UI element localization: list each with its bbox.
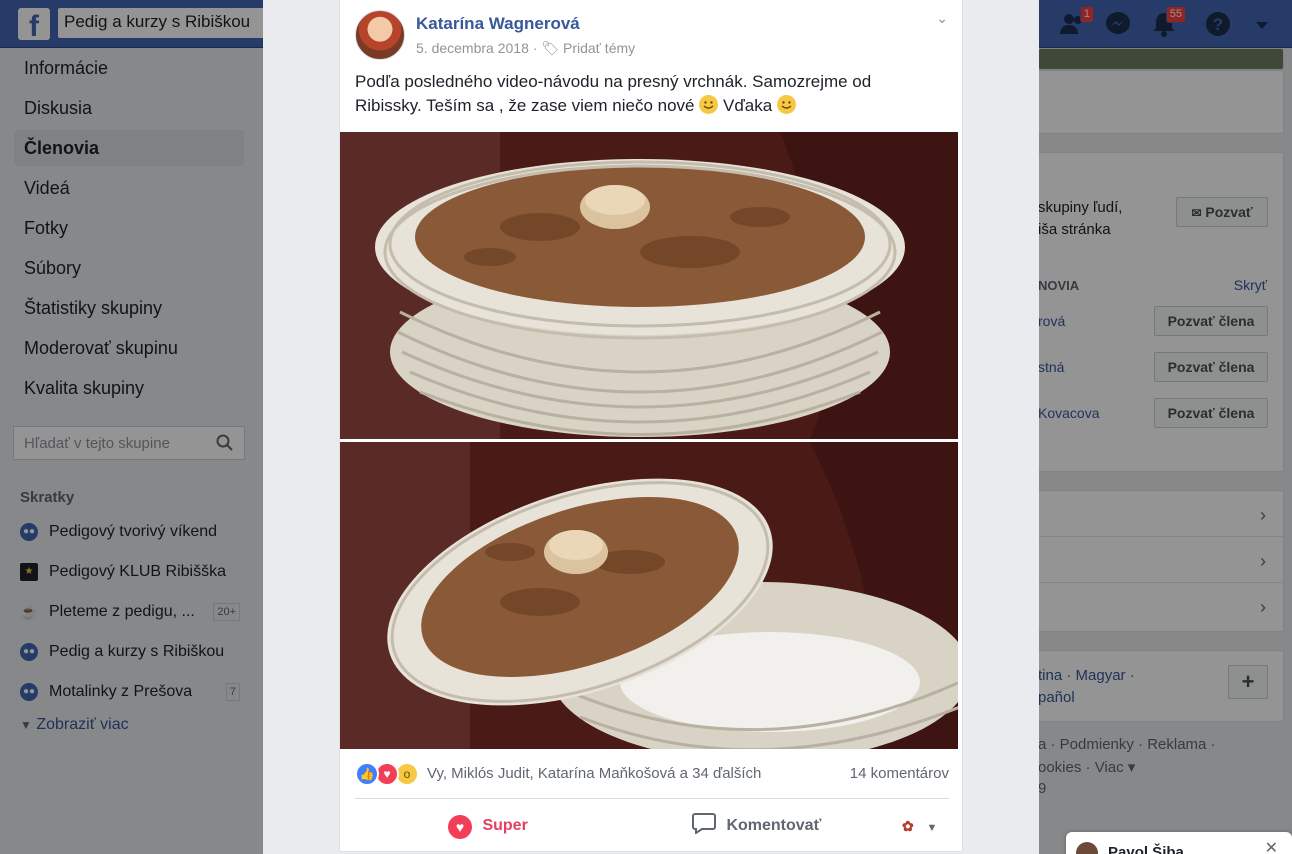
chevron-down-icon: ▼ — [926, 822, 938, 834]
chat-tab[interactable]: Pavol Šiba ✕ — [1066, 832, 1292, 854]
post-photo-basket-open[interactable] — [340, 442, 958, 749]
close-icon[interactable]: ✕ — [1265, 838, 1278, 854]
post-options-chevron-icon[interactable]: ⌄ — [936, 10, 948, 27]
smile-emoji-icon — [699, 95, 719, 114]
post-text-fragment: Ribissky. Teším sa , že zase viem niečo … — [355, 96, 695, 115]
author-avatar[interactable] — [355, 10, 405, 60]
super-button-label: Super — [482, 817, 528, 834]
super-reaction-button[interactable]: ♥ Super — [448, 812, 528, 840]
heart-icon: ♥ — [448, 815, 472, 839]
chat-contact-name: Pavol Šiba — [1108, 844, 1184, 854]
post-photo-basket-closed[interactable] — [340, 132, 958, 439]
add-topics-link[interactable]: Pridať témy — [563, 40, 635, 56]
post-modal: Katarína Wagnerová 5. decembra 2018 · 🏷 … — [263, 0, 1039, 854]
actions-divider — [355, 798, 949, 799]
comments-count[interactable]: 14 komentárov — [850, 765, 949, 782]
post-text-line: Podľa posledného video-návodu na presný … — [355, 72, 872, 91]
like-reaction-icon: 👍 — [355, 762, 379, 786]
comment-button-label: Komentovať — [726, 817, 822, 834]
post-date[interactable]: 5. decembra 2018 — [416, 40, 529, 56]
comment-button[interactable]: Komentovať — [692, 812, 821, 840]
post-card: Katarína Wagnerová 5. decembra 2018 · 🏷 … — [339, 0, 963, 852]
reactions-bar[interactable]: 👍 ♥ o Vy, Miklós Judit, Katarína Maňkošo… — [355, 762, 949, 788]
post-text-line: Ribissky. Teším sa , že zase viem niečo … — [355, 94, 945, 118]
reactions-names[interactable]: Vy, Miklós Judit, Katarína Maňkošová a 3… — [427, 765, 761, 782]
post-meta: 5. decembra 2018 · 🏷 Pridať témy — [416, 40, 635, 57]
user-avatar-small-icon: ✿ — [902, 818, 914, 834]
post-text: Podľa posledného video-návodu na presný … — [355, 70, 945, 118]
comment-bubble-icon — [692, 813, 726, 835]
tag-icon: 🏷 — [541, 40, 560, 56]
share-audience-selector[interactable]: ✿ ▼ — [902, 812, 937, 840]
post-text-fragment: Vďaka — [722, 96, 773, 115]
post-author-name[interactable]: Katarína Wagnerová — [416, 14, 580, 34]
smile-emoji-icon — [776, 95, 796, 114]
chat-avatar — [1076, 842, 1098, 854]
